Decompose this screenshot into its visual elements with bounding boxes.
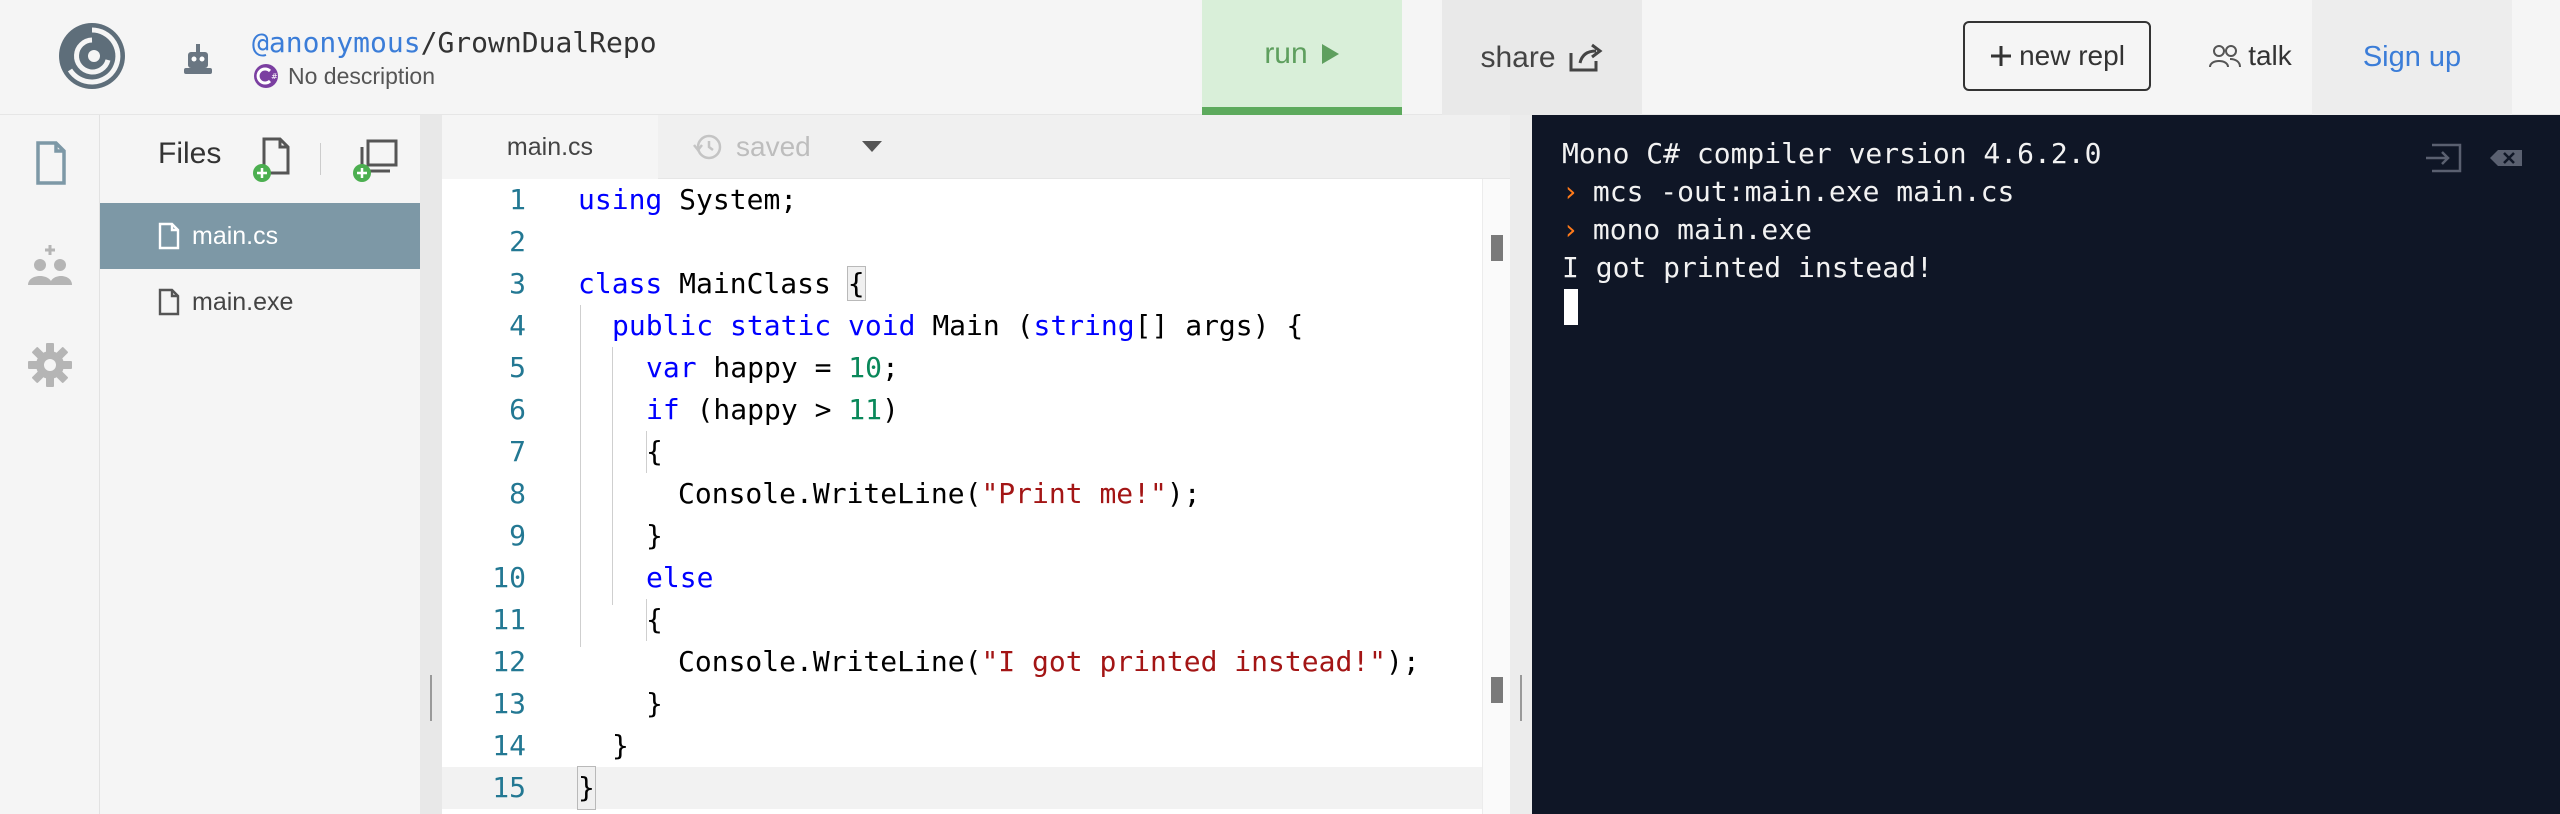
talk-label: talk (2248, 40, 2292, 71)
save-status: saved (692, 127, 811, 167)
files-icon[interactable] (26, 139, 74, 187)
line-number: 8 (509, 477, 526, 510)
insert-input-icon[interactable] (2424, 141, 2464, 175)
code-line: 10 else (442, 557, 1482, 599)
add-file-icon[interactable] (250, 135, 294, 183)
run-button[interactable]: run (1202, 0, 1402, 115)
user-avatar-icon[interactable] (178, 38, 218, 78)
resize-grip[interactable] (1520, 675, 1522, 721)
file-item-main-cs[interactable]: main.cs (100, 203, 420, 269)
console-cursor (1564, 289, 1578, 325)
multiplayer-icon[interactable] (26, 241, 74, 289)
console-line: › mono main.exe (1562, 213, 1813, 246)
share-icon (1569, 43, 1603, 71)
right-pane-resizer[interactable] (1510, 115, 1532, 814)
console-line: › mcs -out:main.exe main.cs (1562, 175, 2015, 208)
files-heading: Files (158, 137, 222, 170)
code-line-current: 15} (442, 766, 1482, 810)
console-line: Mono C# compiler version 4.6.2.0 (1562, 137, 2102, 170)
prompt-icon: › (1562, 213, 1579, 246)
sidebar-rail (0, 115, 100, 814)
chevron-down-icon[interactable] (860, 139, 884, 155)
settings-gear-icon[interactable] (26, 341, 74, 389)
file-icon (158, 288, 180, 316)
code-line: 3 class MainClass { (442, 263, 1482, 305)
line-number: 3 (509, 267, 526, 300)
add-folder-icon[interactable] (350, 135, 400, 183)
line-number: 2 (509, 225, 526, 258)
people-icon (2209, 45, 2242, 68)
file-icon (158, 222, 180, 250)
plus-icon (1991, 46, 2012, 66)
code-line: 13} (442, 683, 1482, 725)
editor-tab-bar: main.cs saved (442, 115, 1510, 179)
console-line: I got printed instead! (1562, 251, 1933, 284)
file-item-main-exe[interactable]: main.exe (100, 269, 420, 335)
play-icon (1321, 43, 1339, 64)
code-line: 9} (442, 515, 1482, 557)
resize-grip[interactable] (430, 675, 432, 721)
file-name: main.cs (192, 221, 279, 250)
talk-button[interactable]: talk (2190, 26, 2310, 86)
line-number: 11 (492, 603, 526, 636)
code-line: 12 Console.WriteLine("I got printed inste… (442, 641, 1482, 683)
console-panel[interactable]: Mono C# compiler version 4.6.2.0 › mcs -o… (1532, 115, 2560, 814)
clear-console-icon[interactable] (2486, 141, 2526, 175)
file-name: main.exe (192, 287, 294, 316)
files-toolbar-divider (320, 143, 321, 175)
share-button[interactable]: share (1442, 0, 1642, 115)
line-number: 7 (509, 435, 526, 468)
svg-text:#: # (271, 72, 278, 81)
sign-up-button[interactable]: Sign up (2312, 0, 2512, 115)
code-line: 14} (442, 725, 1482, 767)
tab-main-cs[interactable]: main.cs (442, 115, 658, 179)
repl-description[interactable]: # No description (252, 62, 435, 90)
line-number: 6 (509, 393, 526, 426)
prompt-icon: › (1562, 175, 1579, 208)
line-number: 13 (492, 687, 526, 720)
line-number: 9 (509, 519, 526, 552)
code-line: 1 using System; (442, 179, 1482, 221)
line-number: 1 (509, 183, 526, 216)
code-line: 11{ (442, 599, 1482, 641)
description-text: No description (288, 62, 436, 89)
line-number: 12 (492, 645, 526, 678)
history-icon (693, 134, 722, 160)
csharp-language-icon: # (254, 64, 278, 88)
matched-brace: { (846, 266, 866, 301)
code-editor: main.cs saved 1 using System; 2 3 class Ma… (442, 115, 1510, 814)
code-line: 6 if (happy > 11) (442, 389, 1482, 431)
code-line: 5 var happy = 10; (442, 347, 1482, 389)
repl-title[interactable]: @anonymous/GrownDualRepo (252, 26, 657, 59)
scroll-marker (1491, 677, 1503, 703)
matched-brace: } (577, 766, 596, 810)
sign-up-label: Sign up (2362, 41, 2462, 73)
line-number: 14 (492, 729, 526, 762)
code-line: 8 Console.WriteLine("Print me!"); (442, 473, 1482, 515)
code-line: 7{ (442, 431, 1482, 473)
code-line: 4 public static void Main (string[] args)… (442, 305, 1482, 347)
repo-owner-link[interactable]: @anonymous (252, 26, 421, 59)
code-line: 2 (442, 221, 1482, 263)
file-tree-panel: Files main.cs main.exe (100, 115, 420, 814)
scroll-marker (1491, 235, 1503, 261)
repo-name[interactable]: GrownDualRepo (437, 26, 656, 59)
code-text-area[interactable]: 1 using System; 2 3 class MainClass { 4 pub… (442, 179, 1482, 814)
line-number: 5 (509, 351, 526, 384)
share-label: share (1480, 40, 1556, 74)
saved-label: saved (736, 131, 811, 162)
new-repl-label: new repl (2019, 40, 2125, 71)
editor-scrollbar[interactable] (1482, 179, 1510, 814)
left-pane-resizer[interactable] (420, 115, 442, 814)
run-label: run (1264, 36, 1308, 70)
line-number: 15 (492, 771, 526, 804)
top-header: @anonymous/GrownDualRepo # No descriptio… (0, 0, 2560, 115)
line-number: 4 (509, 309, 526, 342)
repo-separator: / (420, 26, 438, 59)
line-number: 10 (492, 561, 526, 594)
repl-logo-icon[interactable] (56, 20, 128, 92)
new-repl-button[interactable]: new repl (1963, 21, 2151, 91)
